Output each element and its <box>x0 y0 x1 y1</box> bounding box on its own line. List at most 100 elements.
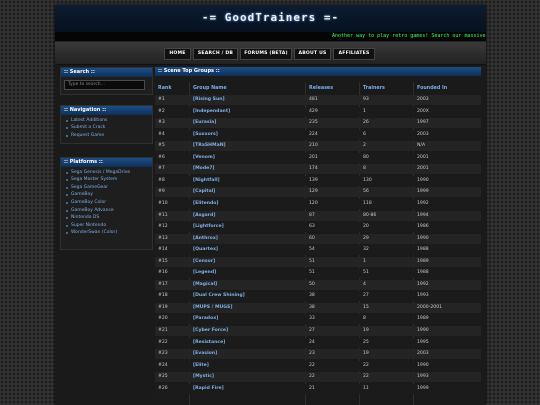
column-header-founded[interactable]: Founded In <box>417 84 447 94</box>
table-row: #24 [Elite] 22 22 1990 <box>155 360 481 371</box>
nav-affiliates-button[interactable]: AFFILIATES <box>333 48 375 60</box>
group-name-link[interactable]: [Censor] <box>193 257 215 267</box>
founded-cell: 2003 <box>417 97 429 102</box>
rank-cell: #4 <box>158 131 165 137</box>
rank-cell: #22 <box>158 339 168 345</box>
trainers-cell: 1 <box>363 258 366 264</box>
group-name-link[interactable]: [Paradox] <box>193 314 218 324</box>
releases-cell: 481 <box>309 97 318 102</box>
ticker-text: Another way to play retro games! Search … <box>332 33 486 39</box>
platform-link[interactable]: Super Nintendo <box>61 223 152 229</box>
column-header-rank[interactable]: Rank <box>158 84 172 94</box>
group-name-link[interactable]: [Suxxors] <box>193 130 218 140</box>
page-container: -= GoodTrainers =- Another way to play r… <box>55 5 486 405</box>
column-header-releases[interactable]: Releases <box>309 84 333 94</box>
nav-link-latest-additions[interactable]: Latest Additions <box>61 118 152 124</box>
founded-cell: 2003 <box>417 131 429 137</box>
trainers-cell: 25 <box>363 339 369 345</box>
group-name-link[interactable]: [Elite] <box>193 361 209 371</box>
group-name-link[interactable]: [Nightfall] <box>193 176 220 186</box>
group-name-link[interactable]: [Legend] <box>193 268 216 278</box>
founded-cell: 2000-2001 <box>417 304 443 310</box>
trainers-cell: 6 <box>363 131 366 137</box>
rank-cell: #11 <box>158 212 168 218</box>
founded-cell: 1993 <box>417 374 429 380</box>
group-name-link[interactable]: [Capital] <box>193 187 215 197</box>
platform-link[interactable]: GameBoy Advance <box>61 208 152 214</box>
table-row: #26 [Rapid Fire] 21 11 1999 <box>155 383 481 394</box>
group-name-link[interactable]: [Elitendo] <box>193 199 219 209</box>
releases-cell: 51 <box>309 270 315 276</box>
releases-cell: 224 <box>309 131 318 137</box>
group-name-link[interactable]: [TRaSHMaN] <box>193 141 226 151</box>
link-label: WonderSwan (Color) <box>71 230 118 236</box>
platform-link[interactable]: Sega GameGear <box>61 185 152 191</box>
table-row: #4 [Suxxors] 224 6 2003 <box>155 129 481 140</box>
rank-cell: #8 <box>158 177 165 183</box>
rank-cell: #6 <box>158 154 165 160</box>
group-name-link[interactable]: [MUPS / MUGS] <box>193 303 232 313</box>
group-name-link[interactable]: [Magical] <box>193 280 217 290</box>
group-name-link[interactable]: [Mode7] <box>193 164 215 174</box>
group-name-link[interactable]: [Cyber Force] <box>193 326 228 336</box>
nav-search-db-button[interactable]: SEARCH / DB <box>193 48 238 60</box>
rank-cell: #23 <box>158 351 168 357</box>
platform-link[interactable]: GameBoy Color <box>61 200 152 206</box>
releases-cell: 22 <box>309 362 315 368</box>
releases-cell: 174 <box>309 166 318 172</box>
platform-link[interactable]: WonderSwan (Color) <box>61 230 152 236</box>
platform-link[interactable]: GameBoy <box>61 192 152 198</box>
search-box-title: :: Search :: <box>61 68 152 77</box>
nav-forums-button[interactable]: FORUMS (BETA) <box>240 48 292 60</box>
group-name-link[interactable]: [Resistance] <box>193 338 225 348</box>
rank-cell: #13 <box>158 235 168 241</box>
trainers-cell: 11 <box>363 385 369 391</box>
trainers-cell: 15 <box>363 304 369 310</box>
column-header-trainers[interactable]: Trainers <box>363 84 385 94</box>
releases-cell: 27 <box>309 328 315 333</box>
table-row: #15 [Censor] 51 1 1989 <box>155 256 481 267</box>
table-row: #3 [Eurasia] 235 26 1997 <box>155 118 481 129</box>
table-row: #16 [Legend] 51 51 1988 <box>155 268 481 279</box>
group-name-link[interactable]: [Eurasia] <box>193 118 216 128</box>
bullet-icon <box>66 186 68 189</box>
bullet-icon <box>66 224 68 227</box>
group-name-link[interactable]: [Anthrox] <box>193 234 218 244</box>
navigation-box: :: Navigation :: Latest Additions Submit… <box>60 105 153 144</box>
rank-cell: #18 <box>158 293 168 299</box>
trainers-cell: 22 <box>363 362 369 368</box>
group-name-link[interactable]: [Asgard] <box>193 211 215 221</box>
releases-cell: 235 <box>309 120 318 126</box>
group-name-link[interactable]: [Independant] <box>193 107 230 117</box>
founded-cell: 1999 <box>417 189 429 195</box>
group-name-link[interactable]: [Quartex] <box>193 245 218 255</box>
rank-cell: #19 <box>158 304 168 310</box>
nav-link-submit-crack[interactable]: Submit a Crack <box>61 125 152 131</box>
nav-link-request-game[interactable]: Request Game <box>61 133 152 139</box>
trainers-cell: 2 <box>363 143 366 149</box>
bullet-icon <box>66 171 68 174</box>
search-input[interactable]: Type to search... <box>64 80 145 90</box>
bullet-icon <box>66 127 68 130</box>
platform-link[interactable]: Nintendo DS <box>61 215 152 221</box>
trainers-cell: 22 <box>363 374 369 380</box>
group-name-link[interactable]: [Dual Crew Shining] <box>193 291 245 301</box>
group-name-link[interactable]: [Rapid Fire] <box>193 384 224 394</box>
group-name-link[interactable]: [Lightforce] <box>193 222 224 232</box>
group-name-link[interactable]: [Evasion] <box>193 349 217 359</box>
site-logo[interactable]: -= GoodTrainers =- <box>55 11 486 24</box>
rank-cell: #26 <box>158 385 168 391</box>
group-name-link[interactable]: [Rising Sun] <box>193 95 225 105</box>
column-header-group-name[interactable]: Group Name <box>193 84 227 94</box>
nav-about-button[interactable]: ABOUT US <box>294 48 331 60</box>
founded-cell: 1992 <box>417 281 429 287</box>
nav-home-button[interactable]: HOME <box>164 48 191 60</box>
founded-cell: 200X <box>417 108 429 114</box>
platform-link[interactable]: Sega Master System <box>61 177 152 183</box>
group-name-link[interactable]: [Mystic] <box>193 372 214 382</box>
table-row: #22 [Resistance] 24 25 1995 <box>155 337 481 348</box>
site-header: -= GoodTrainers =- <box>55 5 486 33</box>
founded-cell: 2001 <box>417 154 429 160</box>
group-name-link[interactable]: [Venom] <box>193 153 215 163</box>
platform-link[interactable]: Sega Genesis / MegaDrive <box>61 170 152 176</box>
